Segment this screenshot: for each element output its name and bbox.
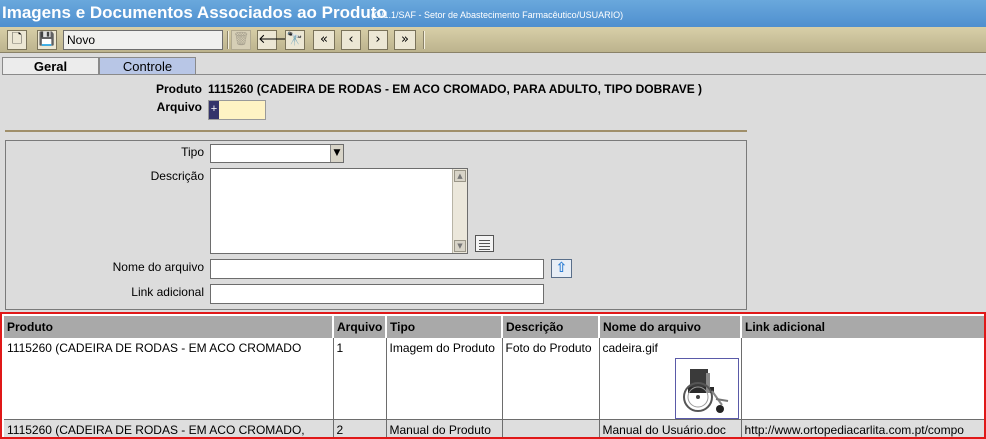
column-header-arquivo[interactable]: Arquivo [333,316,387,338]
scroll-up-icon[interactable]: ▲ [454,170,466,182]
cell-link-adicional[interactable] [741,338,984,420]
table-row[interactable]: 1115260 (CADEIRA DE RODAS - EM ACO CROMA… [4,338,984,420]
cell-arquivo[interactable]: 2 [333,419,387,437]
title-bar: Imagens e Documentos Associados ao Produ… [0,0,986,27]
tipo-label: Tipo [181,145,204,159]
link-adicional-input[interactable] [210,284,544,304]
scroll-down-icon[interactable]: ▼ [454,240,466,252]
results-table: Produto Arquivo Tipo Descrição Nome do a… [4,316,984,437]
cell-produto[interactable]: 1115260 (CADEIRA DE RODAS - EM ACO CROMA… [4,419,334,437]
save-icon[interactable]: 💾 [37,30,57,50]
cell-nome-arquivo[interactable]: Manual do Usuário.doc [599,419,742,437]
toolbar-separator [227,31,229,49]
window-title: Imagens e Documentos Associados ao Produ… [2,3,387,22]
produto-label: Produto [156,82,202,96]
descricao-scrollbar[interactable]: ▲ ▼ [452,169,467,253]
last-record-icon[interactable]: » [394,30,416,50]
nome-arquivo-label: Nome do arquivo [112,260,204,274]
column-header-link-adicional[interactable]: Link adicional [741,316,984,338]
wheelchair-thumbnail[interactable] [674,358,739,419]
chevron-down-icon[interactable]: ▼ [330,145,343,162]
next-record-icon[interactable]: › [368,30,388,50]
arquivo-label: Arquivo [156,100,202,114]
descricao-textarea[interactable]: ▲ ▼ [210,168,468,254]
nome-arquivo-input[interactable] [210,259,544,279]
delete-icon[interactable]: 🗑 [231,30,251,50]
table-row[interactable]: 1115260 (CADEIRA DE RODAS - EM ACO CROMA… [4,419,984,437]
notepad-icon[interactable] [475,235,494,252]
new-document-icon[interactable]: 🗋 [7,30,27,50]
record-status-field[interactable]: Novo [63,30,223,50]
file-name: cadeira.gif [602,341,658,355]
results-grid: Produto Arquivo Tipo Descrição Nome do a… [0,312,986,439]
section-divider [5,130,747,132]
cell-descricao[interactable] [502,419,600,437]
produto-value: 1115260 (CADEIRA DE RODAS - EM ACO CROMA… [208,82,703,96]
tab-divider [196,74,986,75]
cell-nome-arquivo[interactable]: cadeira.gif [599,338,742,420]
cell-link-adicional[interactable]: http://www.ortopediacarlita.com.pt/compo [741,419,984,437]
wheelchair-icon [682,369,728,413]
link-adicional-label: Link adicional [131,285,204,299]
cell-produto[interactable]: 1115260 (CADEIRA DE RODAS - EM ACO CROMA… [4,338,334,420]
descricao-label: Descrição [150,169,204,183]
toolbar: 🗋 💾 Novo 🗑 🡐 🔭 « ‹ › » [0,27,986,53]
cell-descricao[interactable]: Foto do Produto [502,338,600,420]
column-header-tipo[interactable]: Tipo [386,316,503,338]
arquivo-value: + [209,101,219,119]
first-record-icon[interactable]: « [313,30,335,50]
back-arrow-icon[interactable]: 🡐 [257,30,293,50]
column-header-descricao[interactable]: Descrição [502,316,600,338]
tab-geral[interactable]: Geral [2,57,99,75]
column-header-produto[interactable]: Produto [4,316,334,338]
previous-record-icon[interactable]: ‹ [341,30,361,50]
table-header-row: Produto Arquivo Tipo Descrição Nome do a… [4,316,984,338]
cell-arquivo[interactable]: 1 [333,338,387,420]
binoculars-icon[interactable]: 🔭 [285,30,305,50]
window-subtitle: (O/1.1/SAF - Setor de Abastecimento Farm… [371,10,624,20]
column-header-nome-arquivo[interactable]: Nome do arquivo [599,316,742,338]
upload-icon[interactable]: ⇧ [551,259,572,278]
cell-tipo[interactable]: Manual do Produto [386,419,503,437]
toolbar-separator [423,31,425,49]
tipo-select[interactable]: ▼ [210,144,344,163]
cell-tipo[interactable]: Imagem do Produto [386,338,503,420]
tab-controle[interactable]: Controle [99,57,196,75]
